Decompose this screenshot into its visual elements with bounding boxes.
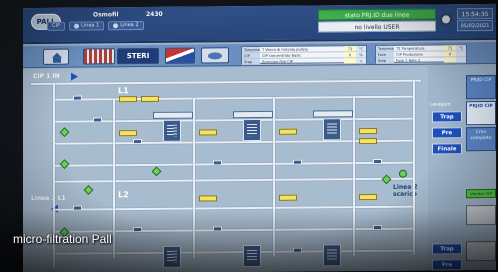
value-box bbox=[279, 128, 297, 135]
valve-open-icon[interactable] bbox=[83, 185, 94, 195]
filter-housing[interactable] bbox=[323, 118, 341, 141]
pre-button-l2[interactable]: Pre bbox=[432, 259, 462, 271]
pre-button[interactable]: Pre bbox=[432, 127, 462, 139]
value-box bbox=[119, 96, 137, 103]
value-box bbox=[359, 137, 377, 145]
mode-linea-1[interactable]: Linea 1 bbox=[68, 21, 105, 31]
pipe bbox=[53, 249, 413, 255]
pipe bbox=[53, 117, 413, 123]
line-2-label: L2 bbox=[118, 190, 129, 200]
video-caption: micro-filtration Pall bbox=[13, 232, 112, 246]
valve-icon[interactable] bbox=[293, 159, 302, 165]
line-1-label: L1 bbox=[118, 86, 129, 96]
clock-date: 05/02/2021 bbox=[457, 19, 493, 32]
valve-icon[interactable] bbox=[93, 117, 102, 123]
pipe bbox=[53, 161, 413, 167]
filter-housing[interactable] bbox=[163, 119, 181, 142]
pipe bbox=[353, 96, 355, 257]
flag-icon[interactable] bbox=[165, 47, 195, 64]
param-table-line-2: Temperatura T2 Temperatura 71 °C Fase CIP Pr… bbox=[375, 44, 467, 64]
filter-housing[interactable] bbox=[163, 245, 181, 268]
valve-open-icon[interactable] bbox=[59, 127, 70, 138]
trap-button-l2[interactable]: Trap bbox=[432, 243, 462, 255]
valve-icon[interactable] bbox=[373, 224, 382, 231]
pipe bbox=[273, 96, 275, 257]
plant-name: Osmofil bbox=[93, 11, 119, 19]
pipe bbox=[193, 97, 195, 258]
valve-icon[interactable] bbox=[73, 95, 82, 101]
value-box bbox=[359, 193, 377, 201]
valve-icon[interactable] bbox=[133, 139, 142, 145]
value-box bbox=[199, 195, 217, 202]
mode-linea-2[interactable]: Linea 2 bbox=[108, 21, 144, 31]
filter-header-strip bbox=[313, 110, 353, 118]
spare-button[interactable] bbox=[466, 204, 496, 226]
valve-open-icon[interactable] bbox=[381, 174, 392, 185]
inlet-label: CIP 1 IN bbox=[33, 72, 60, 80]
spare-button[interactable] bbox=[466, 240, 496, 262]
valve-open-icon[interactable] bbox=[59, 159, 70, 170]
panel-title: Lavaggio bbox=[430, 102, 451, 108]
param-row: Step Sciacquo fine CIP s bbox=[242, 58, 366, 66]
value-box bbox=[141, 95, 159, 103]
filter-housing[interactable] bbox=[243, 118, 261, 142]
pipe bbox=[53, 205, 413, 211]
outlet-label: Linea 2 scarico bbox=[393, 183, 418, 198]
trap-button[interactable]: Trap bbox=[432, 111, 462, 123]
user-level[interactable]: no livello USER bbox=[318, 20, 436, 33]
radio-icon bbox=[113, 23, 119, 29]
mode-cip[interactable]: CIP bbox=[47, 21, 65, 31]
line-2-inlet-label: Linea 2 L1 bbox=[31, 194, 66, 202]
right-control-panel: Lavaggio Trap Pre Finale Trap Pre PRJID … bbox=[428, 64, 496, 271]
vendor-cip-indicator[interactable]: Vendor CIP bbox=[466, 188, 496, 199]
value-box bbox=[359, 127, 377, 135]
flow-arrow-icon bbox=[71, 72, 78, 81]
param-table-line-1: Temperatura T Vasca di miscela pulizia 73 °… bbox=[241, 45, 367, 66]
valve-icon[interactable] bbox=[133, 227, 142, 233]
pipe bbox=[413, 79, 415, 255]
plant-icon[interactable] bbox=[83, 48, 115, 65]
header-bar: PALL Osmofil 2430 CIP Linea 1 Linea 2 st… bbox=[23, 3, 496, 45]
filter-header-strip bbox=[153, 111, 193, 119]
value-box bbox=[199, 129, 217, 136]
valve-icon[interactable] bbox=[73, 205, 82, 211]
eye-icon[interactable] bbox=[201, 47, 229, 64]
side-item-prjid-cip-active[interactable]: PRJID CIP bbox=[466, 100, 496, 126]
pump-icon[interactable] bbox=[399, 169, 407, 178]
filter-header-strip bbox=[233, 110, 273, 119]
plant-code: 2430 bbox=[146, 10, 163, 18]
pipe bbox=[53, 177, 413, 183]
pipe bbox=[113, 98, 115, 259]
side-item-cmn[interactable]: Cmn completo bbox=[466, 126, 496, 152]
pipe bbox=[53, 95, 413, 101]
status-indicator: stato PRJ.ID due linee bbox=[318, 8, 436, 21]
side-item-prjid-cip[interactable]: PRJID CIP bbox=[466, 74, 496, 100]
radio-icon bbox=[73, 23, 79, 29]
valve-open-icon[interactable] bbox=[151, 166, 162, 177]
valve-icon[interactable] bbox=[213, 226, 222, 232]
steri-button[interactable]: STERI bbox=[117, 47, 159, 65]
valve-icon[interactable] bbox=[373, 158, 382, 165]
home-icon[interactable] bbox=[43, 48, 69, 65]
mode-selector: CIP Linea 1 Linea 2 bbox=[47, 21, 144, 31]
valve-icon[interactable] bbox=[293, 247, 302, 253]
finale-button[interactable]: Finale bbox=[432, 143, 462, 155]
value-box bbox=[119, 130, 137, 137]
filter-housing[interactable] bbox=[323, 244, 341, 267]
clock-time: 15:54:35 bbox=[457, 7, 493, 20]
filter-housing[interactable] bbox=[243, 244, 261, 268]
toolbar: STERI Temperatura T Vasca di miscela puli… bbox=[23, 41, 496, 69]
login-button[interactable] bbox=[440, 13, 452, 26]
pipe bbox=[31, 79, 421, 85]
valve-icon[interactable] bbox=[213, 160, 222, 166]
param-row: Step Fase 1 Rete 2 bbox=[376, 57, 466, 64]
value-box bbox=[279, 194, 297, 201]
